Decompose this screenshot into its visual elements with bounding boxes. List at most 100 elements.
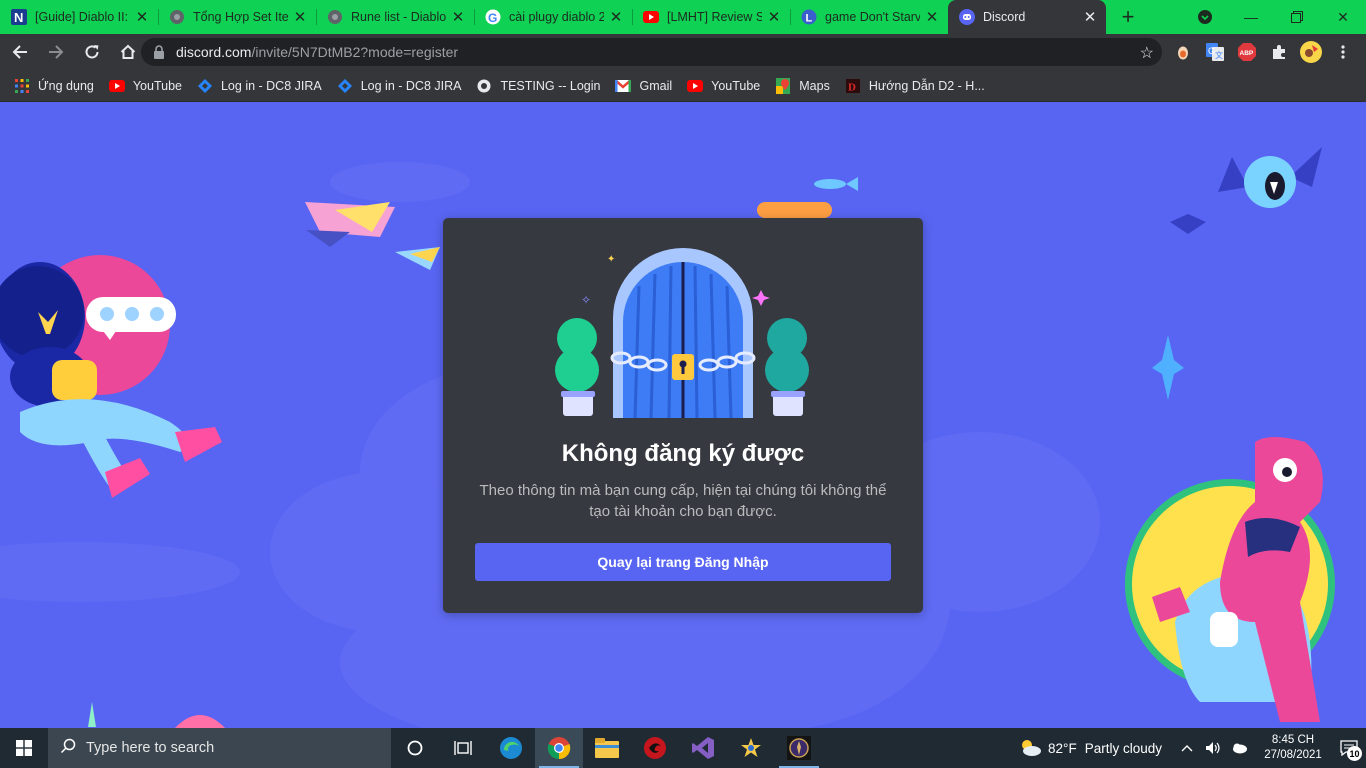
reload-icon[interactable]: [76, 36, 108, 68]
l-icon: L: [801, 9, 817, 25]
extension-egg-icon[interactable]: [1172, 41, 1194, 63]
tab-search-icon[interactable]: [1182, 0, 1228, 34]
chevron-up-icon[interactable]: [1176, 744, 1198, 752]
maps-icon: [775, 77, 791, 94]
google-translate-icon[interactable]: G文: [1204, 41, 1226, 63]
n-icon: N: [11, 9, 27, 25]
discord-icon: [959, 9, 975, 25]
browser-tab[interactable]: G cài plugy diablo 2 ✕: [474, 0, 632, 34]
bookmark-star-icon[interactable]: ☆: [1140, 43, 1154, 63]
bookmark-label: Ứng dụng: [38, 78, 94, 93]
tab-title: Discord: [983, 10, 1026, 24]
google-icon: G: [485, 9, 501, 25]
svg-text:ABP: ABP: [1240, 50, 1254, 57]
discord-page: ✦ ✧ Không đăng ký được Theo thông tin mà…: [0, 102, 1366, 728]
close-icon[interactable]: ✕: [924, 9, 940, 26]
windows-start-icon[interactable]: [0, 728, 48, 768]
close-icon[interactable]: ✕: [450, 9, 466, 26]
diablo-game-icon[interactable]: [775, 728, 823, 768]
youtube-icon: [687, 78, 704, 94]
browser-tab-active[interactable]: Discord ✕: [948, 0, 1106, 34]
restore-icon[interactable]: [1274, 0, 1320, 34]
browser-tab[interactable]: L game Don't Starve ✕: [790, 0, 948, 34]
speaker-icon[interactable]: [1202, 741, 1224, 755]
tab-title: Rune list - Diablo: [351, 10, 446, 24]
youtube-icon: [108, 78, 125, 94]
browser-tab[interactable]: N [Guide] Diablo II: Resurrected ✕: [0, 0, 158, 34]
system-clock[interactable]: 8:45 CH 27/08/2021: [1254, 733, 1332, 763]
chrome-icon[interactable]: [535, 728, 583, 768]
bookmark-label: Maps: [799, 78, 830, 93]
globe-icon: [169, 9, 185, 25]
weather-widget[interactable]: 82°F Partly cloudy: [1018, 737, 1162, 760]
d2-icon: D: [845, 78, 861, 94]
extensions-puzzle-icon[interactable]: [1268, 41, 1290, 63]
bookmark-label: Log in - DC8 JIRA: [360, 78, 462, 93]
back-to-login-button[interactable]: Quay lại trang Đăng Nhập: [475, 543, 891, 581]
new-tab-button[interactable]: +: [1114, 3, 1142, 31]
close-icon[interactable]: ✕: [134, 9, 150, 26]
cortana-icon[interactable]: [391, 728, 439, 768]
back-icon[interactable]: [4, 36, 36, 68]
youtube-icon: [643, 9, 659, 25]
profile-avatar[interactable]: [1300, 41, 1322, 63]
bookmarks-bar: Ứng dụng YouTube Log in - DC8 JIRA Log i…: [0, 70, 1366, 102]
bookmark-jira[interactable]: Log in - DC8 JIRA: [197, 78, 322, 94]
taskbar-search-input[interactable]: Type here to search: [48, 728, 391, 768]
visual-studio-icon[interactable]: [679, 728, 727, 768]
svg-text:文: 文: [1215, 50, 1223, 60]
tab-strip: N [Guide] Diablo II: Resurrected ✕ Tổng …: [0, 0, 1366, 34]
browser-tab[interactable]: Tổng Hợp Set Item ✕: [158, 0, 316, 34]
minimize-icon[interactable]: —: [1228, 0, 1274, 34]
window-controls: — ✕: [1182, 0, 1366, 34]
extensions: G文 ABP: [1172, 38, 1354, 66]
bookmark-label: Hướng Dẫn D2 - H...: [868, 78, 985, 93]
tab-title: game Don't Starve: [825, 10, 920, 24]
browser-tab[interactable]: [LMHT] Review Sứ ✕: [632, 0, 790, 34]
adblock-plus-icon[interactable]: ABP: [1236, 41, 1258, 63]
svg-text:G: G: [488, 11, 497, 25]
tab-title: [Guide] Diablo II: Resurrected: [35, 10, 130, 24]
close-icon[interactable]: ✕: [608, 9, 624, 26]
menu-kebab-icon[interactable]: [1332, 41, 1354, 63]
modal-title: Không đăng ký được: [561, 440, 805, 467]
close-icon[interactable]: ✕: [1082, 9, 1098, 26]
tab-title: cài plugy diablo 2: [509, 10, 604, 24]
bookmark-jira[interactable]: Log in - DC8 JIRA: [337, 78, 462, 94]
browser-toolbar: discord.com/invite/5N7DtMB2?mode=registe…: [0, 34, 1366, 70]
bookmark-label: Log in - DC8 JIRA: [220, 78, 322, 93]
bookmark-youtube[interactable]: YouTube: [687, 78, 760, 94]
close-icon[interactable]: ✕: [292, 9, 308, 26]
onedrive-cloud-icon[interactable]: [1228, 742, 1250, 754]
browser-tab[interactable]: Rune list - Diablo ✕: [316, 0, 474, 34]
bookmark-gmail[interactable]: Gmail: [615, 78, 672, 94]
notification-center-icon[interactable]: 10: [1332, 728, 1366, 768]
search-placeholder: Type here to search: [86, 740, 215, 756]
bookmark-d2-guide[interactable]: D Hướng Dẫn D2 - H...: [845, 78, 985, 94]
svg-text:D: D: [848, 81, 856, 93]
file-explorer-icon[interactable]: [583, 728, 631, 768]
bookmark-maps[interactable]: Maps: [775, 77, 830, 94]
globe-icon: [476, 78, 492, 94]
address-bar[interactable]: discord.com/invite/5N7DtMB2?mode=registe…: [141, 38, 1162, 66]
apps-grid-icon: [14, 78, 30, 94]
bookmark-apps[interactable]: Ứng dụng: [14, 78, 94, 94]
home-icon[interactable]: [112, 36, 144, 68]
jira-icon: [337, 78, 353, 94]
task-view-icon[interactable]: [439, 728, 487, 768]
modal-description: Theo thông tin mà bạn cung cấp, hiện tại…: [479, 482, 887, 520]
svg-text:✧: ✧: [581, 293, 591, 307]
window-close-icon[interactable]: ✕: [1320, 0, 1366, 34]
edge-icon[interactable]: [487, 728, 535, 768]
forward-icon[interactable]: [40, 36, 72, 68]
system-tray: 82°F Partly cloudy 8:45 CH 27/08/2021 10: [1018, 728, 1366, 768]
clock-time: 8:45 CH: [1271, 734, 1315, 746]
garena-icon[interactable]: [631, 728, 679, 768]
close-icon[interactable]: ✕: [766, 9, 782, 26]
search-icon: [60, 738, 76, 758]
bookmark-youtube[interactable]: YouTube: [108, 78, 182, 94]
bookmark-testing[interactable]: TESTING -- Login: [476, 78, 600, 94]
partly-cloudy-icon: [1018, 737, 1042, 760]
starcraft-icon[interactable]: [727, 728, 775, 768]
lock-icon[interactable]: [153, 45, 167, 59]
